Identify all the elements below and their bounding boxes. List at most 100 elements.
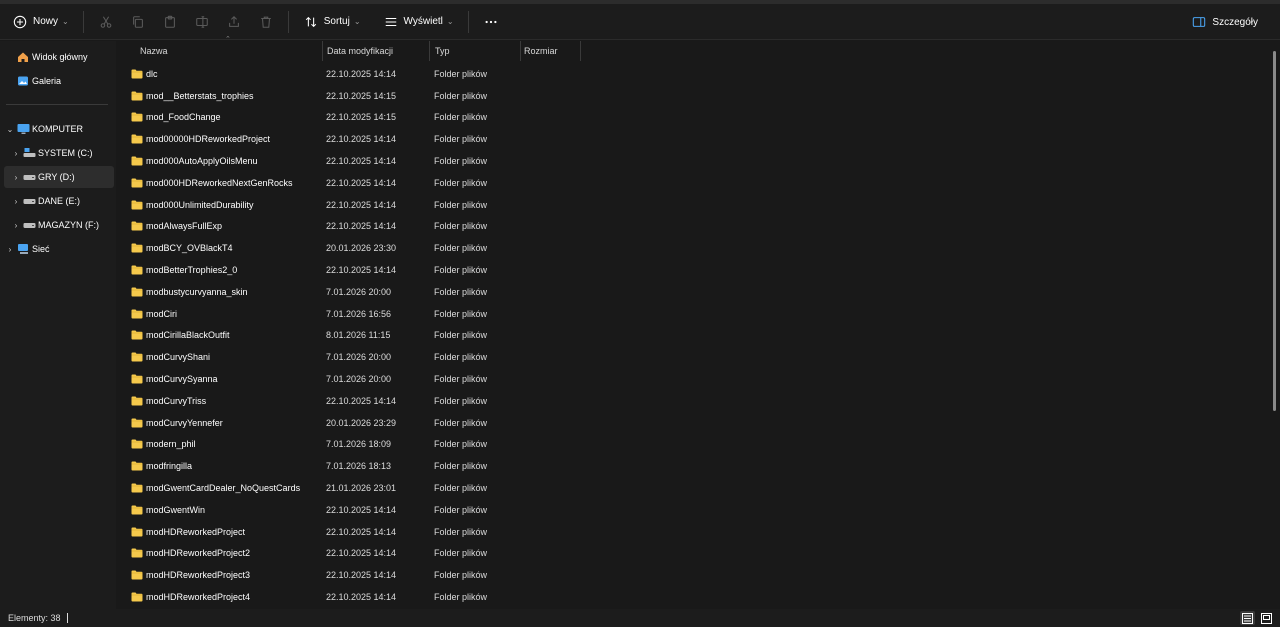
- file-name: modBCY_OVBlackT4: [146, 243, 233, 254]
- item-count: Elementy: 38: [8, 613, 61, 623]
- table-row[interactable]: modCiri 7.01.2026 16:56 Folder plików: [117, 303, 1270, 325]
- chevron-right-icon[interactable]: ›: [4, 245, 16, 254]
- file-type: Folder plików: [434, 417, 488, 428]
- view-button-label: Wyświetl: [403, 16, 443, 27]
- table-row[interactable]: modHDReworkedProject4 22.10.2025 14:14 Fol…: [117, 586, 1270, 608]
- file-date: 22.10.2025 14:14: [326, 134, 397, 145]
- table-row[interactable]: modBetterTrophies2_0 22.10.2025 14:14 Fold…: [117, 259, 1270, 281]
- table-row[interactable]: mod__Betterstats_trophies 22.10.2025 14:1…: [117, 85, 1270, 107]
- chevron-right-icon[interactable]: ›: [10, 197, 22, 206]
- table-row[interactable]: mod000AutoApplyOilsMenu 22.10.2025 14:14 F…: [117, 150, 1270, 172]
- delete-button[interactable]: [250, 8, 282, 36]
- file-type: Folder plików: [434, 352, 488, 363]
- file-name: modBetterTrophies2_0: [146, 265, 238, 276]
- chevron-right-icon[interactable]: ›: [10, 221, 22, 230]
- file-name-cell: modHDReworkedProject2: [131, 543, 250, 565]
- folder-icon: [131, 461, 143, 471]
- scrollbar-thumb[interactable]: [1273, 51, 1276, 411]
- sidebar-item-gallery[interactable]: Galeria: [4, 70, 114, 92]
- table-row[interactable]: modCurvyShani 7.01.2026 20:00 Folder plikó…: [117, 346, 1270, 368]
- trash-icon: [258, 14, 274, 30]
- sidebar-item-drive-e[interactable]: › DANE (E:): [4, 190, 114, 212]
- folder-icon: [131, 265, 143, 275]
- file-date: 8.01.2026 11:15: [326, 330, 391, 341]
- file-name-cell: modGwentWin: [131, 499, 205, 521]
- table-row[interactable]: mod00000HDReworkedProject 22.10.2025 14:1…: [117, 128, 1270, 150]
- sidebar-item-label: KOMPUTER: [32, 124, 84, 134]
- chevron-down-icon[interactable]: ⌄: [4, 125, 16, 134]
- vertical-scrollbar[interactable]: [1270, 41, 1280, 609]
- sidebar-item-drive-f[interactable]: › MAGAZYN (F:): [4, 214, 114, 236]
- file-type: Folder plików: [434, 504, 488, 515]
- table-row[interactable]: dlc 22.10.2025 14:14 Folder plików: [117, 63, 1270, 85]
- table-row[interactable]: modfringilla 7.01.2026 18:13 Folder plików: [117, 455, 1270, 477]
- details-view-button[interactable]: [1240, 611, 1255, 625]
- file-name-cell: mod000HDReworkedNextGenRocks: [131, 172, 293, 194]
- file-name: modGwentWin: [146, 504, 206, 515]
- sidebar-item-drive-c[interactable]: › SYSTEM (C:): [4, 142, 114, 164]
- rename-button[interactable]: [186, 8, 218, 36]
- sidebar-item-drive-d[interactable]: › GRY (D:): [4, 166, 114, 188]
- copy-button[interactable]: [122, 8, 154, 36]
- sidebar-item-home[interactable]: Widok główny: [4, 46, 114, 68]
- sidebar-item-computer[interactable]: ⌄ KOMPUTER: [4, 118, 114, 140]
- table-row[interactable]: modCurvyTriss 22.10.2025 14:14 Folder plik…: [117, 390, 1270, 412]
- column-header-date[interactable]: Data modyfikacji: [321, 41, 429, 61]
- folder-icon: [131, 309, 143, 319]
- view-button[interactable]: Wyświetl ⌄: [375, 8, 462, 36]
- copy-icon: [130, 14, 146, 30]
- folder-icon: [131, 330, 143, 340]
- share-button[interactable]: [218, 8, 250, 36]
- details-view-icon: [1242, 612, 1253, 624]
- table-row[interactable]: modCurvySyanna 7.01.2026 20:00 Folder plik…: [117, 368, 1270, 390]
- table-row[interactable]: mod_FoodChange 22.10.2025 14:15 Folder pli…: [117, 107, 1270, 129]
- folder-icon: [131, 439, 143, 449]
- table-row[interactable]: modHDReworkedProject 22.10.2025 14:14 Fold…: [117, 521, 1270, 543]
- details-pane-button[interactable]: Szczegóły: [1183, 8, 1266, 36]
- file-type: Folder plików: [434, 570, 488, 581]
- sidebar-item-label: Galeria: [32, 76, 62, 86]
- more-options-button[interactable]: [475, 8, 507, 36]
- table-row[interactable]: modbustycurvyanna_skin 7.01.2026 20:00 Fol…: [117, 281, 1270, 303]
- table-row[interactable]: modAlwaysFullExp 22.10.2025 14:14 Folder p…: [117, 216, 1270, 238]
- file-name-cell: modHDReworkedProject4: [131, 586, 250, 608]
- sort-button[interactable]: Sortuj ⌄: [295, 8, 369, 36]
- sidebar-divider: [6, 104, 108, 105]
- table-row[interactable]: modHDReworkedProject2 22.10.2025 14:14 Fol…: [117, 543, 1270, 565]
- sidebar-item-network[interactable]: › Sieć: [4, 238, 114, 260]
- column-header-name[interactable]: Nazwa: [134, 41, 322, 61]
- file-type: Folder plików: [434, 90, 488, 101]
- table-row[interactable]: mod000UnlimitedDurability 22.10.2025 14:1…: [117, 194, 1270, 216]
- chevron-down-icon: ⌄: [353, 17, 361, 26]
- toolbar-divider: [287, 10, 289, 33]
- cut-button[interactable]: [90, 8, 122, 36]
- new-button[interactable]: Nowy ⌄: [4, 8, 77, 36]
- table-row[interactable]: mod000HDReworkedNextGenRocks 22.10.2025 1…: [117, 172, 1270, 194]
- clipboard-icon: [162, 14, 178, 30]
- table-row[interactable]: modGwentWin 22.10.2025 14:14 Folder plików: [117, 499, 1270, 521]
- file-name: mod000AutoApplyOilsMenu: [146, 156, 258, 167]
- paste-button[interactable]: [154, 8, 186, 36]
- file-name-cell: dlc: [131, 63, 158, 85]
- file-name-cell: modCurvyShani: [131, 346, 210, 368]
- folder-icon: [131, 570, 143, 580]
- chevron-right-icon[interactable]: ›: [10, 173, 22, 182]
- network-icon: [16, 243, 30, 255]
- table-row[interactable]: modBCY_OVBlackT4 20.01.2026 23:30 Folder p…: [117, 237, 1270, 259]
- table-row[interactable]: modGwentCardDealer_NoQuestCards 21.01.202…: [117, 477, 1270, 499]
- table-row[interactable]: modCurvyYennefer 20.01.2026 23:29 Folder p…: [117, 412, 1270, 434]
- chevron-right-icon[interactable]: ›: [10, 149, 22, 158]
- more-dots-icon: [483, 14, 499, 30]
- column-header-size[interactable]: Rozmiar: [518, 41, 580, 61]
- file-name-cell: modCurvyYennefer: [131, 412, 223, 434]
- folder-icon: [131, 243, 143, 253]
- column-header-type[interactable]: Typ: [429, 41, 521, 61]
- share-icon: [226, 14, 242, 30]
- column-separator[interactable]: [580, 41, 581, 61]
- table-row[interactable]: modCirillaBlackOutfit 8.01.2026 11:15 Fold…: [117, 325, 1270, 347]
- table-row[interactable]: modHDReworkedProject3 22.10.2025 14:14 Fol…: [117, 564, 1270, 586]
- file-type: Folder plików: [434, 526, 488, 537]
- table-row[interactable]: modern_phil 7.01.2026 18:09 Folder plików: [117, 434, 1270, 456]
- folder-icon: [131, 505, 143, 515]
- large-icons-view-button[interactable]: [1259, 611, 1274, 625]
